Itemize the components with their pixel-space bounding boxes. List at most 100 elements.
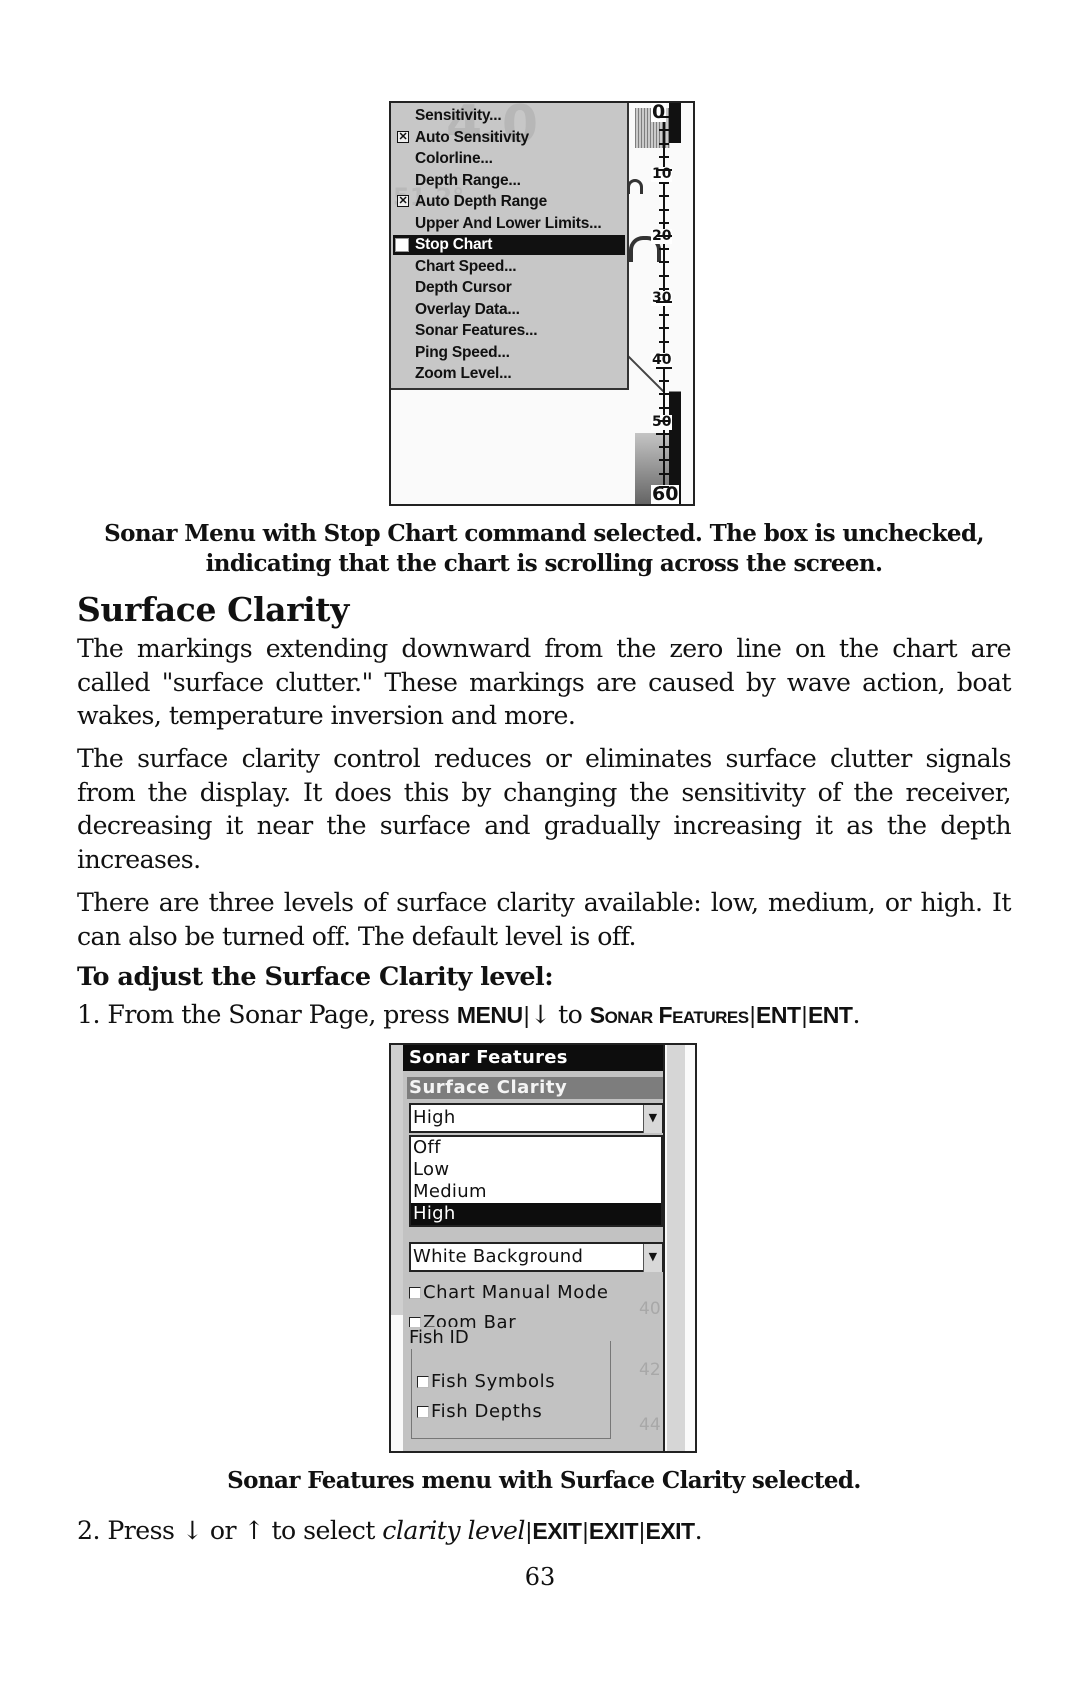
depth-scale-tick: [656, 235, 672, 237]
menu-item-label: Colorline...: [415, 150, 493, 167]
period: .: [852, 1000, 860, 1029]
figure1-caption-line1: Sonar Menu with Stop Chart command selec…: [104, 520, 984, 547]
key-exit: EXIT: [588, 1518, 639, 1544]
menu-item[interactable]: Zoom Level...: [393, 364, 625, 384]
key-menu: MENU: [456, 1002, 523, 1028]
menu-item-label: Upper And Lower Limits...: [415, 214, 602, 232]
separator: |: [582, 1518, 588, 1544]
sonar-features-dialog: Sonar Features Surface Clarity High ▼ Of…: [403, 1045, 665, 1451]
background-menu-fragment: [391, 1045, 403, 1315]
menu-item[interactable]: ✕ Auto Sensitivity: [393, 128, 625, 148]
clarity-option[interactable]: Medium: [411, 1181, 661, 1203]
surface-clarity-label: Surface Clarity: [407, 1077, 663, 1099]
depth-scale-tick: [659, 419, 669, 422]
depth-scale-label: 60: [651, 483, 680, 505]
clarity-option[interactable]: Low: [411, 1159, 661, 1181]
sc-cap: S: [589, 1002, 605, 1028]
paragraph-3: There are three levels of surface clarit…: [77, 888, 1012, 951]
menu-item[interactable]: Colorline...: [393, 149, 625, 169]
depth-scale-tick: [659, 182, 669, 185]
dropdown-arrow-icon[interactable]: ▼: [643, 1105, 663, 1133]
dialog-title: Sonar Features: [403, 1045, 663, 1071]
menu-item[interactable]: Upper And Lower Limits...: [393, 214, 625, 234]
surface-clarity-value: High: [413, 1107, 456, 1128]
menu-item[interactable]: Ping Speed...: [393, 343, 625, 363]
fish-depths-label: Fish Depths: [431, 1401, 543, 1422]
key-ent: ENT: [756, 1002, 801, 1028]
surface-clarity-options: Off Low Medium High: [409, 1135, 663, 1227]
menu-item-label: Overlay Data...: [415, 300, 520, 318]
depth-scale-label: 30: [651, 290, 673, 306]
depth-scale-tick: [659, 195, 669, 198]
depth-scale-tick: [659, 129, 669, 132]
checked-box-icon[interactable]: ✕: [397, 130, 409, 143]
step1-to: to: [550, 1000, 590, 1029]
step2-italic: clarity level: [382, 1516, 525, 1545]
checked-box-icon[interactable]: ✕: [397, 195, 409, 207]
depth-scale-tick: [659, 221, 669, 224]
sonar-menu: 4.0 51.2° Sensitivity... ✕ Auto Sensitivit…: [391, 103, 629, 390]
depth-scale-tick: [656, 169, 672, 171]
page-number: 63: [524, 1563, 556, 1591]
fish-arch-small: [627, 179, 643, 194]
period: .: [694, 1516, 703, 1545]
depth-scale-tick: [659, 142, 669, 145]
depth-scale-label: 50: [651, 414, 673, 430]
menu-item[interactable]: Chart Speed...: [393, 257, 625, 277]
depth-scale-tick: [659, 446, 669, 449]
step-1: 1. From the Sonar Page, press MENU|↓ to …: [77, 998, 860, 1034]
clarity-option[interactable]: Off: [411, 1137, 661, 1159]
menu-item[interactable]: Sensitivity...: [393, 106, 625, 126]
surface-clarity-select[interactable]: High ▼: [409, 1103, 663, 1133]
procedure-heading: To adjust the Surface Clarity level:: [77, 962, 554, 992]
menu-item-label: Sonar Features...: [415, 322, 538, 339]
menu-item[interactable]: Depth Range...: [393, 171, 625, 191]
checkbox-icon[interactable]: [417, 1406, 429, 1418]
menu-item[interactable]: Overlay Data...: [393, 300, 625, 320]
menu-item-label: Stop Chart: [415, 236, 493, 253]
arrow-down-icon: ↓: [181, 1516, 203, 1545]
fish-depths-checkbox[interactable]: Fish Depths: [417, 1400, 542, 1424]
step2-text: to select: [264, 1516, 383, 1545]
depth-scale-tick: [659, 287, 669, 290]
sonar-features-screenshot: Sonar Features Surface Clarity High ▼ Of…: [389, 1043, 697, 1453]
depth-scale-tick: [659, 261, 669, 264]
fish-id-legend: Fish ID: [407, 1327, 471, 1349]
background-chart-edge: [685, 1045, 695, 1451]
depth-scale-tick: [656, 367, 672, 369]
step1-text: 1. From the Sonar Page, press: [77, 1000, 457, 1029]
fish-symbols-checkbox[interactable]: Fish Symbols: [417, 1370, 555, 1394]
checkbox-icon[interactable]: [417, 1376, 429, 1388]
depth-scale-tick: [659, 116, 669, 119]
menu-item[interactable]: Depth Cursor: [393, 278, 625, 298]
unchecked-box-icon[interactable]: [395, 238, 409, 252]
chart-background-select[interactable]: White Background ▼: [409, 1242, 663, 1272]
depth-scale-tick: [659, 155, 669, 158]
checkbox-icon[interactable]: [409, 1287, 421, 1299]
chart-manual-mode-label: Chart Manual Mode: [423, 1282, 609, 1303]
depth-scale-tick: [659, 459, 669, 462]
dropdown-arrow-icon[interactable]: ▼: [643, 1244, 663, 1272]
depth-scale-tick: [656, 433, 672, 435]
key-ent: ENT: [807, 1002, 853, 1028]
clarity-option[interactable]: High: [411, 1203, 661, 1225]
menu-sonar-features: SONAR FEATURES: [590, 1002, 749, 1028]
sc-small: ONAR: [604, 1008, 654, 1027]
menu-item-label: Depth Range...: [415, 171, 521, 189]
menu-item[interactable]: Sonar Features...: [393, 321, 625, 341]
separator: |: [523, 1002, 530, 1028]
menu-item-label: Ping Speed...: [415, 343, 510, 361]
chart-manual-mode-checkbox[interactable]: Chart Manual Mode: [409, 1281, 609, 1305]
depth-scale-label: 0: [651, 101, 667, 123]
menu-item[interactable]: ✕ Auto Depth Range: [393, 192, 625, 212]
depth-scale-tick: [659, 353, 669, 356]
menu-item[interactable]: Stop Chart: [393, 235, 625, 255]
figure1-caption-line2: indicating that the chart is scrolling a…: [205, 550, 883, 577]
menu-item-label: Zoom Level...: [415, 365, 512, 382]
menu-item-label: Chart Speed...: [415, 257, 517, 275]
arrow-up-icon: ↑: [243, 1516, 264, 1545]
depth-scale-tick: [659, 248, 669, 251]
sonar-menu-screenshot: 0 10 20 30 40 50 60 4.0 51.2° Sensitivity... ✕ A…: [389, 101, 695, 506]
depth-scale-tick: [659, 485, 669, 488]
chart-background-value: White Background: [413, 1246, 584, 1267]
